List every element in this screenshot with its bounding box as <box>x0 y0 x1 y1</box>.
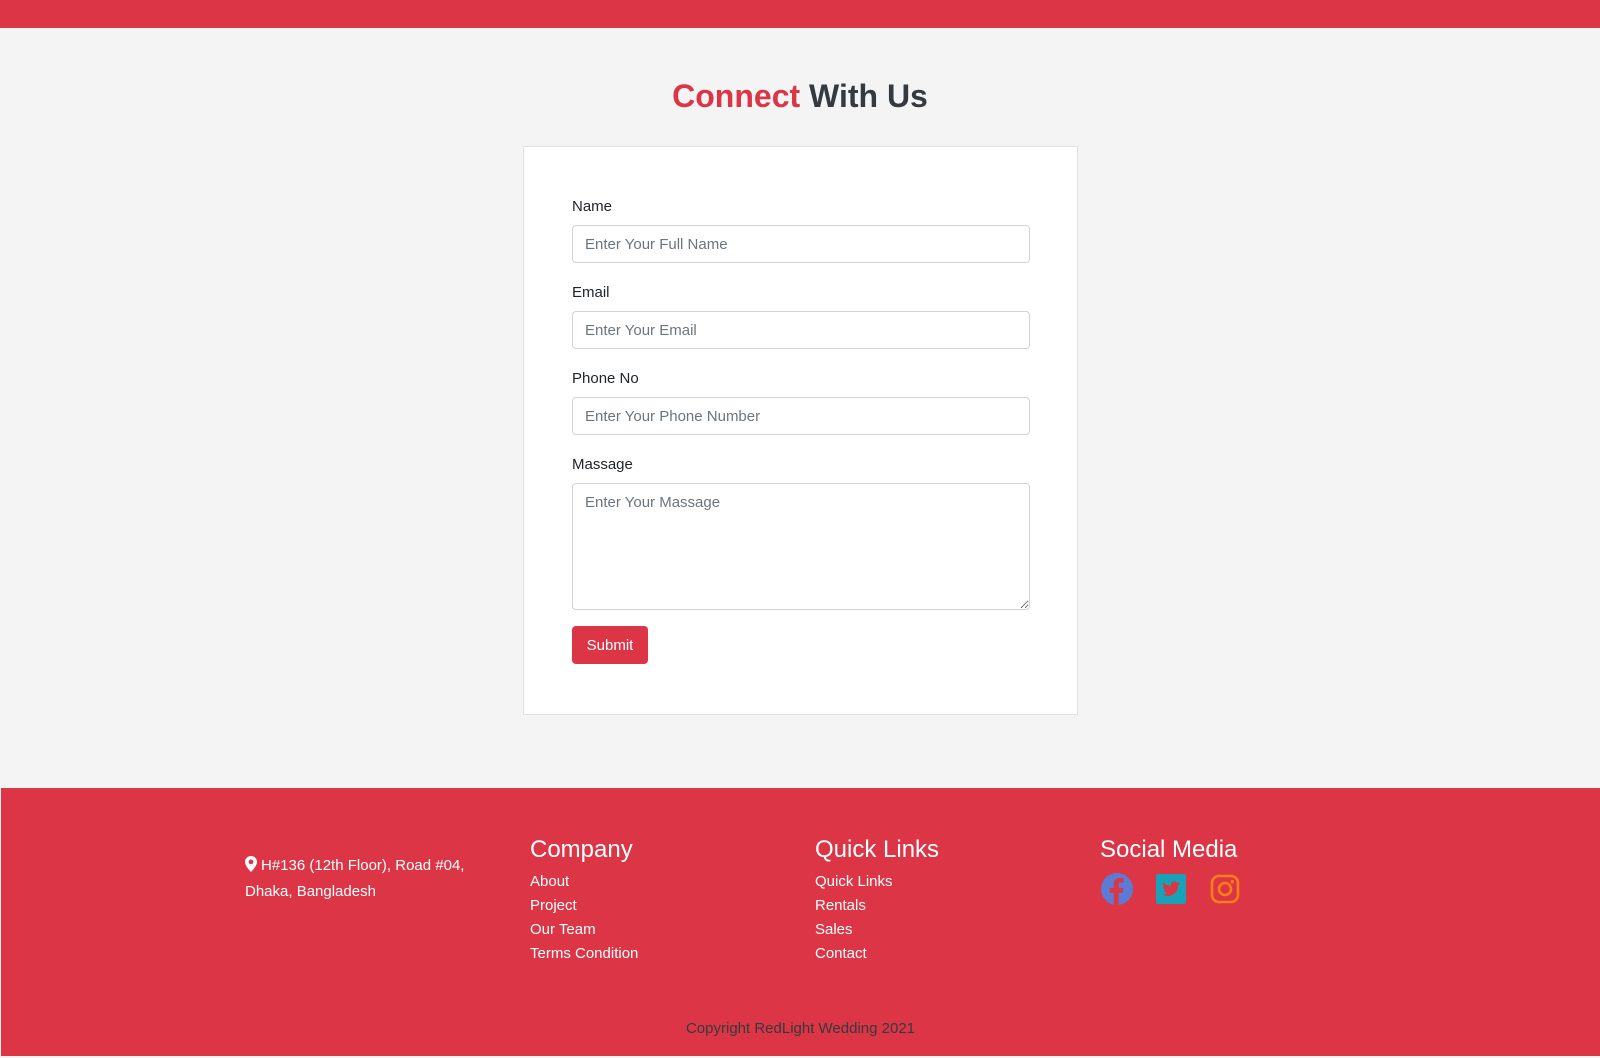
footer-link-sales[interactable]: Sales <box>815 921 853 938</box>
top-bar <box>0 0 1600 28</box>
page-title-rest: With Us <box>809 78 928 114</box>
message-textarea[interactable] <box>572 483 1030 610</box>
message-label: Massage <box>572 456 633 473</box>
map-pin-icon <box>245 856 257 880</box>
page-title: Connect With Us <box>0 78 1600 115</box>
submit-button[interactable]: Submit <box>572 626 648 664</box>
footer-link-rentals[interactable]: Rentals <box>815 897 866 914</box>
footer-link-about[interactable]: About <box>530 873 569 890</box>
instagram-icon[interactable] <box>1208 872 1242 906</box>
footer-link-contact[interactable]: Contact <box>815 945 867 962</box>
address-line-2: Dhaka, Bangladesh <box>245 883 376 900</box>
company-title: Company <box>530 836 633 863</box>
phone-input[interactable] <box>572 397 1030 435</box>
contact-section: Connect With Us Name Email Phone No Mass… <box>0 28 1600 788</box>
quick-links-title: Quick Links <box>815 836 940 863</box>
address-line-1: H#136 (12th Floor), Road #04, <box>261 857 465 874</box>
phone-label: Phone No <box>572 370 639 387</box>
name-input[interactable] <box>572 225 1030 263</box>
contact-form: Name Email Phone No Massage Submit <box>523 146 1078 715</box>
company-column: Company About Project Our Team Terms Con… <box>530 836 780 966</box>
footer-link-terms-condition[interactable]: Terms Condition <box>530 945 638 962</box>
email-label: Email <box>572 284 610 301</box>
social-media-column: Social Media <box>1100 836 1350 906</box>
footer-link-quick-links[interactable]: Quick Links <box>815 873 893 890</box>
facebook-icon[interactable] <box>1100 872 1134 906</box>
copyright-text: Copyright RedLight Wedding 2021 <box>685 1020 916 1037</box>
name-label: Name <box>572 198 613 215</box>
social-icons <box>1100 872 1350 906</box>
address: H#136 (12th Floor), Road #04, Dhaka, Ban… <box>245 854 495 904</box>
footer-link-project[interactable]: Project <box>530 897 577 914</box>
footer-link-our-team[interactable]: Our Team <box>530 921 596 938</box>
twitter-icon[interactable] <box>1154 872 1188 906</box>
social-media-title: Social Media <box>1100 836 1238 863</box>
email-input[interactable] <box>572 311 1030 349</box>
quick-links-column: Quick Links Quick Links Rentals Sales Co… <box>815 836 1065 966</box>
footer: H#136 (12th Floor), Road #04, Dhaka, Ban… <box>1 788 1600 1058</box>
page-title-accent: Connect <box>672 78 801 114</box>
